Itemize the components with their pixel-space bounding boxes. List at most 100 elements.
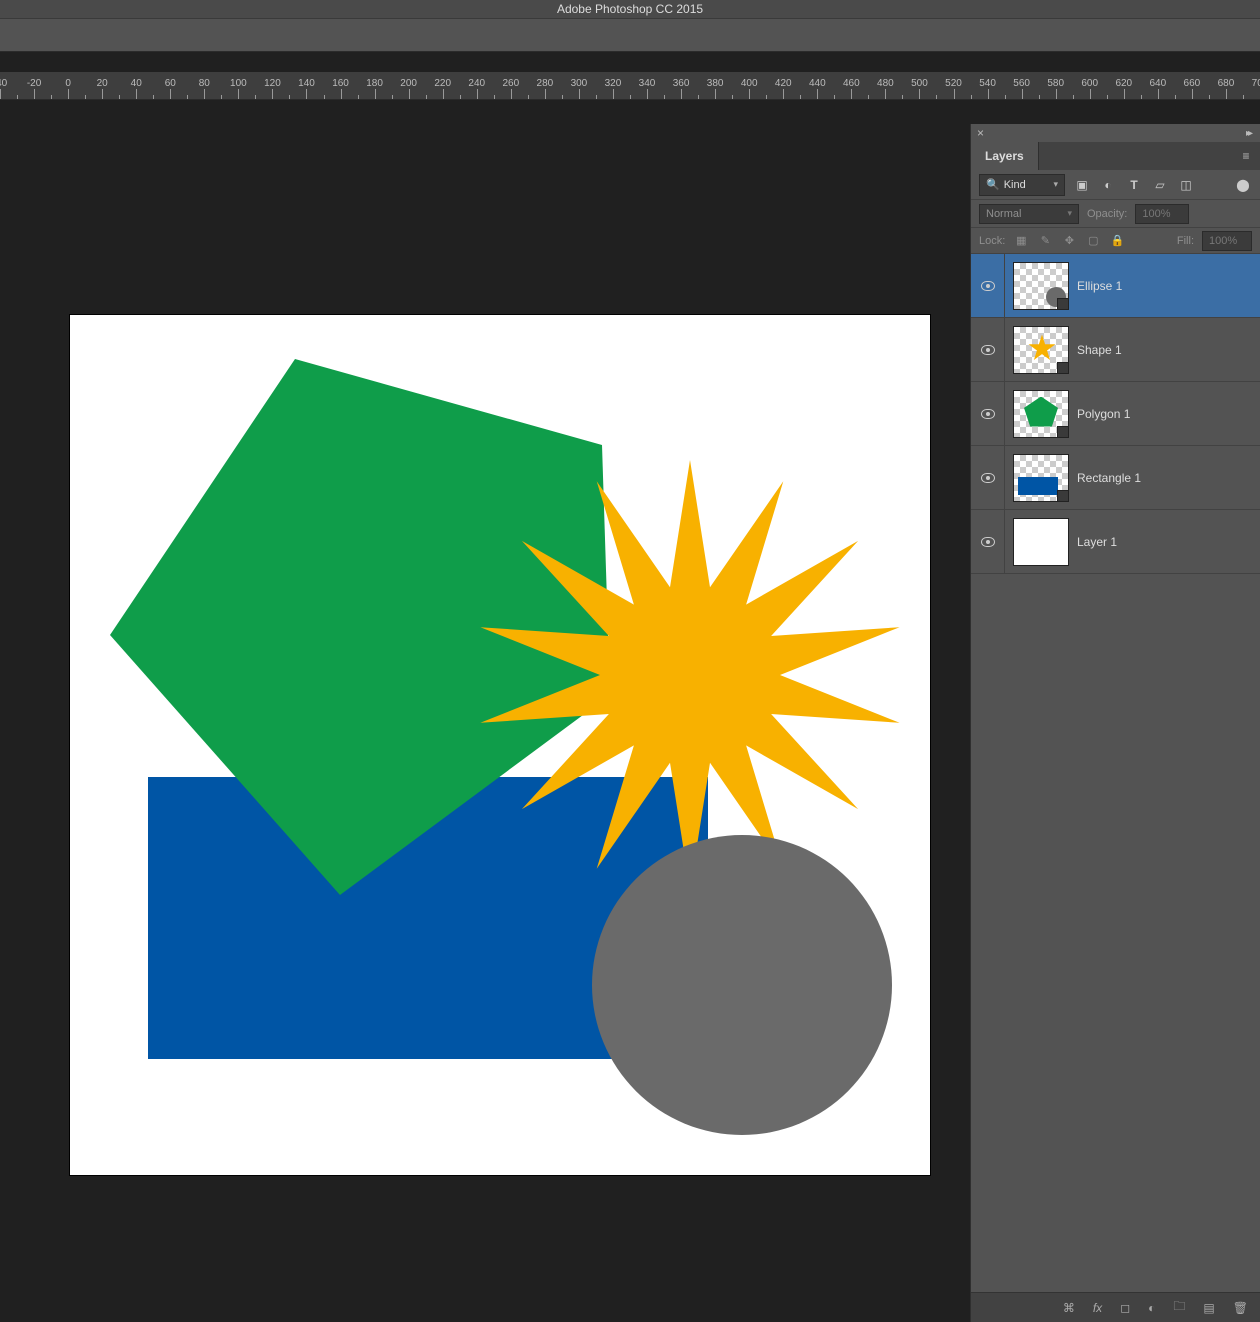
eye-icon bbox=[981, 409, 995, 419]
ruler-tick-label: 20 bbox=[97, 78, 108, 89]
ruler-tick-label: 120 bbox=[264, 78, 281, 89]
ruler-tick-label: 360 bbox=[673, 78, 690, 89]
ruler-tick-label: 580 bbox=[1047, 78, 1064, 89]
layer-filter-row: 🔍 Kind ▣ ◐ T ▱ ◫ ⬤ bbox=[971, 170, 1260, 200]
lock-label: Lock: bbox=[979, 235, 1005, 247]
layer-name[interactable]: Polygon 1 bbox=[1077, 407, 1130, 421]
tab-layers[interactable]: Layers bbox=[971, 142, 1039, 170]
ruler-tick-label: 0 bbox=[65, 78, 71, 89]
ruler-tick-label: 520 bbox=[945, 78, 962, 89]
shape-filter-icon[interactable]: ▱ bbox=[1151, 176, 1169, 194]
ruler-tick-label: 240 bbox=[468, 78, 485, 89]
search-icon: 🔍 bbox=[986, 178, 1000, 191]
blend-mode-select[interactable]: Normal bbox=[979, 204, 1079, 224]
ruler-tick-label: 700 bbox=[1252, 78, 1260, 89]
ruler-tick-label: 620 bbox=[1115, 78, 1132, 89]
ruler-tick-label: 60 bbox=[165, 78, 176, 89]
app-title-bar: Adobe Photoshop CC 2015 bbox=[0, 0, 1260, 18]
layer-thumbnail[interactable] bbox=[1013, 262, 1069, 310]
visibility-toggle[interactable] bbox=[971, 254, 1005, 317]
ruler-tick-label: 540 bbox=[979, 78, 996, 89]
layer-name[interactable]: Layer 1 bbox=[1077, 535, 1117, 549]
layer-thumbnail[interactable] bbox=[1013, 518, 1069, 566]
opacity-value[interactable]: 100% bbox=[1135, 204, 1189, 224]
blend-row: Normal Opacity: 100% bbox=[971, 200, 1260, 228]
layer-name[interactable]: Shape 1 bbox=[1077, 343, 1122, 357]
lock-artboard-icon[interactable]: ▢ bbox=[1085, 234, 1101, 247]
ruler-tick-label: 340 bbox=[639, 78, 656, 89]
eye-icon bbox=[981, 473, 995, 483]
panel-menu-icon[interactable]: ≡ bbox=[1232, 142, 1260, 170]
collapse-icon[interactable]: ▸▸ bbox=[1246, 128, 1260, 139]
shape-badge-icon bbox=[1057, 298, 1069, 310]
ruler-tick-label: 600 bbox=[1081, 78, 1098, 89]
ruler-tick-label: 220 bbox=[434, 78, 451, 89]
eye-icon bbox=[981, 345, 995, 355]
smart-filter-icon[interactable]: ◫ bbox=[1177, 176, 1195, 194]
layer-row-polygon[interactable]: Polygon 1 bbox=[971, 382, 1260, 446]
visibility-toggle[interactable] bbox=[971, 318, 1005, 381]
panel-bottom-bar: ⌘ fx ◻ ◐ 🗀 ▤ 🗑 bbox=[971, 1292, 1260, 1322]
opacity-label: Opacity: bbox=[1087, 208, 1127, 220]
new-icon[interactable]: ▤ bbox=[1203, 1301, 1214, 1315]
layer-name[interactable]: Rectangle 1 bbox=[1077, 471, 1141, 485]
layer-thumbnail[interactable] bbox=[1013, 390, 1069, 438]
ruler-tick-label: 500 bbox=[911, 78, 928, 89]
link-icon[interactable]: ⌘ bbox=[1063, 1301, 1075, 1315]
visibility-toggle[interactable] bbox=[971, 510, 1005, 573]
ruler-tick-label: 640 bbox=[1149, 78, 1166, 89]
shape-badge-icon bbox=[1057, 426, 1069, 438]
layer-row-rectangle[interactable]: Rectangle 1 bbox=[971, 446, 1260, 510]
ruler-tick-label: 100 bbox=[230, 78, 247, 89]
filter-toggle-icon[interactable]: ⬤ bbox=[1234, 176, 1252, 194]
adjustment-icon[interactable]: ◐ bbox=[1148, 1301, 1155, 1315]
ruler-tick-label: 80 bbox=[199, 78, 210, 89]
delete-icon[interactable]: 🗑 bbox=[1233, 1301, 1248, 1315]
ruler-tick-label: 200 bbox=[400, 78, 417, 89]
panel-titlebar: × ▸▸ bbox=[971, 124, 1260, 142]
ruler-tick-label: 300 bbox=[571, 78, 588, 89]
ruler-tick-label: 560 bbox=[1013, 78, 1030, 89]
layer-name[interactable]: Ellipse 1 bbox=[1077, 279, 1122, 293]
eye-icon bbox=[981, 281, 995, 291]
ruler-tick-label: 440 bbox=[809, 78, 826, 89]
lock-position-icon[interactable]: ✥ bbox=[1061, 234, 1077, 247]
filter-kind-select[interactable]: 🔍 Kind bbox=[979, 174, 1065, 196]
close-icon[interactable]: × bbox=[971, 126, 990, 140]
ruler-tick-label: 660 bbox=[1184, 78, 1201, 89]
fill-label: Fill: bbox=[1177, 235, 1194, 247]
ruler-tick-label: 140 bbox=[298, 78, 315, 89]
lock-transparent-icon[interactable]: ▦ bbox=[1013, 234, 1029, 247]
ruler-tick-label: 260 bbox=[502, 78, 519, 89]
type-filter-icon[interactable]: T bbox=[1125, 176, 1143, 194]
adjust-filter-icon[interactable]: ◐ bbox=[1099, 176, 1117, 194]
lock-paint-icon[interactable]: ✎ bbox=[1037, 234, 1053, 247]
layer-thumbnail[interactable] bbox=[1013, 454, 1069, 502]
ruler-tick-label: 180 bbox=[366, 78, 383, 89]
ruler-tick-label: 40 bbox=[131, 78, 142, 89]
lock-row: Lock: ▦ ✎ ✥ ▢ 🔒 Fill: 100% bbox=[971, 228, 1260, 254]
panel-tabs: Layers ≡ bbox=[971, 142, 1260, 170]
visibility-toggle[interactable] bbox=[971, 382, 1005, 445]
options-bar bbox=[0, 18, 1260, 52]
visibility-toggle[interactable] bbox=[971, 446, 1005, 509]
group-icon[interactable]: 🗀 bbox=[1173, 1297, 1185, 1318]
mask-icon[interactable]: ◻ bbox=[1120, 1301, 1130, 1315]
layer-row-ellipse[interactable]: Ellipse 1 bbox=[971, 254, 1260, 318]
layer-row-starburst[interactable]: Shape 1 bbox=[971, 318, 1260, 382]
eye-icon bbox=[981, 537, 995, 547]
ruler-tick-label: 680 bbox=[1218, 78, 1235, 89]
fx-icon[interactable]: fx bbox=[1093, 1301, 1102, 1315]
ruler-tick-label: 320 bbox=[605, 78, 622, 89]
ruler-tick-label: 460 bbox=[843, 78, 860, 89]
horizontal-ruler: -40-200204060801001201401601802002202402… bbox=[0, 72, 1260, 100]
lock-all-icon[interactable]: 🔒 bbox=[1109, 234, 1125, 247]
layer-row-blank[interactable]: Layer 1 bbox=[971, 510, 1260, 574]
document-canvas[interactable] bbox=[70, 315, 930, 1175]
image-filter-icon[interactable]: ▣ bbox=[1073, 176, 1091, 194]
layer-thumbnail[interactable] bbox=[1013, 326, 1069, 374]
app-title: Adobe Photoshop CC 2015 bbox=[557, 2, 703, 16]
ruler-tick-label: 420 bbox=[775, 78, 792, 89]
fill-value[interactable]: 100% bbox=[1202, 231, 1252, 251]
shape-badge-icon bbox=[1057, 490, 1069, 502]
